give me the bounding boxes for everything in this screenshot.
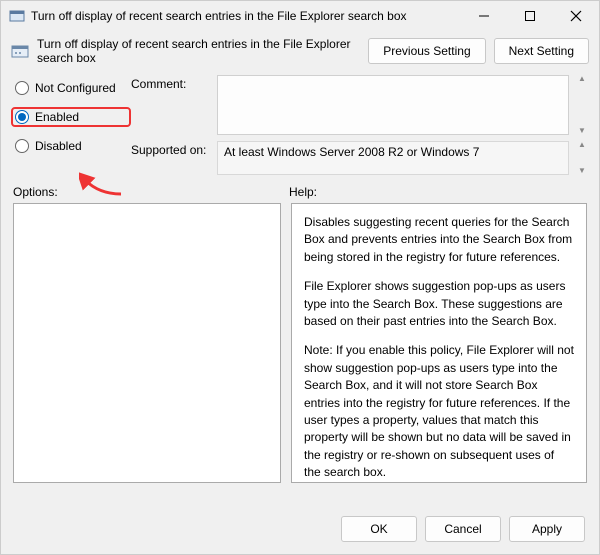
radio-label: Enabled (35, 110, 79, 124)
maximize-button[interactable] (507, 1, 553, 31)
comment-label: Comment: (131, 75, 211, 91)
panels-row: Disables suggesting recent queries for t… (1, 203, 599, 506)
supported-scroll[interactable]: ▲▼ (575, 141, 589, 175)
radio-label: Disabled (35, 139, 82, 153)
state-radio-group: Not Configured Enabled Disabled (11, 75, 131, 175)
help-label: Help: (289, 185, 317, 199)
policy-icon (9, 8, 25, 24)
radio-icon (15, 139, 29, 153)
comment-scroll[interactable]: ▲▼ (575, 75, 589, 135)
radio-icon (15, 81, 29, 95)
next-setting-button[interactable]: Next Setting (494, 38, 589, 64)
close-button[interactable] (553, 1, 599, 31)
window-title: Turn off display of recent search entrie… (31, 9, 461, 23)
ok-button[interactable]: OK (341, 516, 417, 542)
footer-buttons: OK Cancel Apply (1, 506, 599, 554)
help-paragraph: Note: If you enable this policy, File Ex… (304, 342, 574, 481)
help-paragraph: Disables suggesting recent queries for t… (304, 214, 574, 266)
supported-on-value: At least Windows Server 2008 R2 or Windo… (217, 141, 569, 175)
header-row: Turn off display of recent search entrie… (1, 31, 599, 75)
previous-setting-button[interactable]: Previous Setting (368, 38, 485, 64)
radio-not-configured[interactable]: Not Configured (11, 79, 131, 97)
annotation-highlight: Enabled (11, 107, 131, 127)
help-paragraph: File Explorer shows suggestion pop-ups a… (304, 278, 574, 330)
config-row: Not Configured Enabled Disabled (1, 75, 599, 175)
titlebar: Turn off display of recent search entrie… (1, 1, 599, 31)
cancel-button[interactable]: Cancel (425, 516, 501, 542)
policy-editor-window: Turn off display of recent search entrie… (0, 0, 600, 555)
radio-enabled[interactable]: Enabled (15, 110, 79, 124)
fields-column: Comment: ▲▼ Supported on: At least Windo… (131, 75, 589, 175)
radio-icon (15, 110, 29, 124)
help-panel[interactable]: Disables suggesting recent queries for t… (291, 203, 587, 483)
minimize-button[interactable] (461, 1, 507, 31)
policy-name: Turn off display of recent search entrie… (37, 37, 360, 65)
panel-labels: Options: Help: (1, 175, 599, 203)
policy-item-icon (11, 42, 29, 60)
options-label: Options: (13, 185, 289, 199)
radio-label: Not Configured (35, 81, 116, 95)
radio-disabled[interactable]: Disabled (11, 137, 131, 155)
comment-input[interactable] (217, 75, 569, 135)
options-panel (13, 203, 281, 483)
apply-button[interactable]: Apply (509, 516, 585, 542)
supported-on-label: Supported on: (131, 141, 211, 157)
